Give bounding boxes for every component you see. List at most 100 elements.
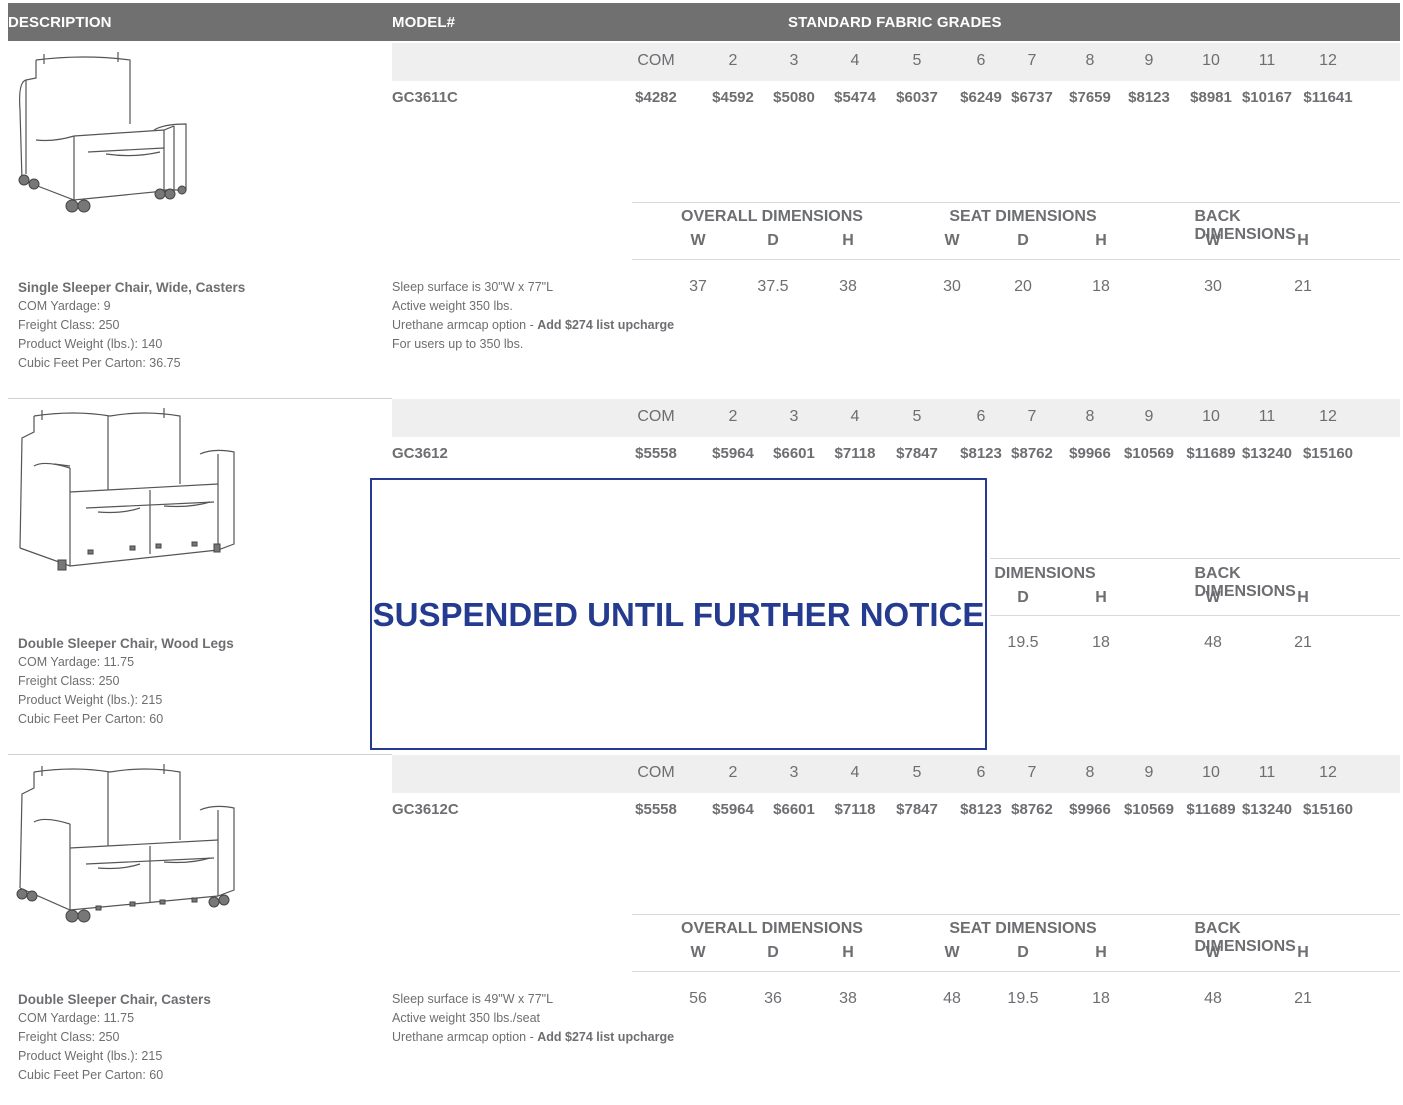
overall-dimensions-heading: OVERALL DIMENSIONS [681,920,863,937]
dim-label-w: W [690,232,706,249]
product-note: Urethane armcap option - Add $274 list u… [392,318,674,332]
dim-label-h: H [1095,589,1107,606]
dim-label-w: W [1205,589,1221,606]
dim-label-w: W [944,944,960,961]
grade-label: 4 [850,408,860,425]
dim-value: 56 [689,990,707,1007]
product-detail: Product Weight (lbs.): 215 [18,1049,163,1063]
product-title: Double Sleeper Chair, Casters [18,992,211,1007]
product-detail: COM Yardage: 9 [18,299,111,313]
divider [632,259,1400,260]
seat-dimensions-heading: DIMENSIONS [994,565,1096,582]
dim-value: 30 [943,278,961,295]
model-number: GC3611C [392,89,458,106]
dim-label-d: D [1017,944,1029,961]
upcharge-note: Add $274 list upcharge [537,318,675,332]
grade-label: 8 [1085,52,1095,69]
row-separator [8,398,392,399]
product-detail: Cubic Feet Per Carton: 36.75 [18,356,181,370]
dim-value: 37 [689,278,707,295]
armcap-note: Urethane armcap option - [392,318,538,332]
header-model: MODEL# [392,14,456,31]
product-detail: Product Weight (lbs.): 140 [18,337,163,351]
product-detail: Freight Class: 250 [18,674,120,688]
price-cell: $10569 [1123,801,1175,818]
price-cell: $11641 [1303,89,1353,106]
dim-value: 38 [839,278,857,295]
price-cell: $7847 [896,445,938,462]
grade-label: 4 [850,52,860,69]
product-detail: Freight Class: 250 [18,1030,120,1044]
grade-label: 6 [976,408,986,425]
dim-value: 18 [1092,278,1110,295]
grade-label: 7 [1027,764,1037,781]
price-cell: $10167 [1241,89,1293,106]
dim-label-d: D [1017,232,1029,249]
product-detail: Product Weight (lbs.): 215 [18,693,163,707]
price-cell: $8762 [1011,801,1053,818]
product-title: Single Sleeper Chair, Wide, Casters [18,280,246,295]
header-description: DESCRIPTION [8,14,112,31]
dim-value: 19.5 [1007,634,1039,651]
product-note: Active weight 350 lbs./seat [392,1011,540,1025]
dim-label-d: D [767,944,779,961]
grade-label: 9 [1144,764,1154,781]
grade-label: 3 [789,408,799,425]
model-number: GC3612C [392,801,459,818]
price-cell: $9966 [1069,445,1111,462]
grade-band-2 [392,399,1400,437]
grade-label: COM [637,764,675,781]
price-cell: $6737 [1011,89,1053,106]
price-cell: $7847 [896,801,938,818]
grade-band-3 [392,755,1400,793]
dim-label-h: H [842,944,854,961]
price-cell: $5964 [712,801,754,818]
grade-label: 8 [1085,764,1095,781]
grade-label: COM [637,408,675,425]
divider [990,615,1400,616]
price-cell: $9966 [1069,801,1111,818]
product-detail: COM Yardage: 11.75 [18,1011,135,1025]
grade-label: 7 [1027,408,1037,425]
grade-label: 11 [1258,408,1276,425]
divider [632,914,1400,915]
grade-label: 5 [912,52,922,69]
divider [632,202,1400,203]
dim-value: 21 [1294,634,1312,651]
price-cell: $7118 [834,801,876,818]
double-sleeper-chair-wood-legs-image [19,408,235,571]
grade-label: 4 [850,764,860,781]
dim-value: 30 [1204,278,1222,295]
double-sleeper-chair-casters-image [16,764,235,923]
dim-value: 18 [1092,634,1110,651]
product-note: Sleep surface is 30"W x 77"L [392,280,554,294]
grade-label: 6 [976,764,986,781]
dim-value: 48 [943,990,961,1007]
grade-label: 2 [728,764,738,781]
upcharge-note: Add $274 list upcharge [537,1030,675,1044]
grade-label: 12 [1319,52,1337,69]
dim-value: 21 [1294,990,1312,1007]
price-cell: $6601 [773,445,815,462]
divider [990,558,1400,559]
dim-label-w: W [690,944,706,961]
seat-dimensions-heading: SEAT DIMENSIONS [949,208,1097,225]
price-cell: $4592 [712,89,754,106]
grade-label: 3 [789,764,799,781]
price-cell: $5474 [834,89,876,106]
grade-label: COM [637,52,675,69]
dim-value: 37.5 [757,278,789,295]
dim-value: 19.5 [1007,990,1039,1007]
product-detail: COM Yardage: 11.75 [18,655,135,669]
single-sleeper-chair-image [18,52,187,213]
dim-label-h: H [1297,232,1309,249]
header-grades: STANDARD FABRIC GRADES [788,14,1002,31]
price-cell: $7659 [1069,89,1111,106]
grade-label: 10 [1202,52,1220,69]
row-separator [8,754,392,755]
dim-label-w: W [944,232,960,249]
dim-value: 20 [1014,278,1032,295]
grade-label: 2 [728,408,738,425]
model-number: GC3612 [392,445,448,462]
dim-label-h: H [1297,589,1309,606]
